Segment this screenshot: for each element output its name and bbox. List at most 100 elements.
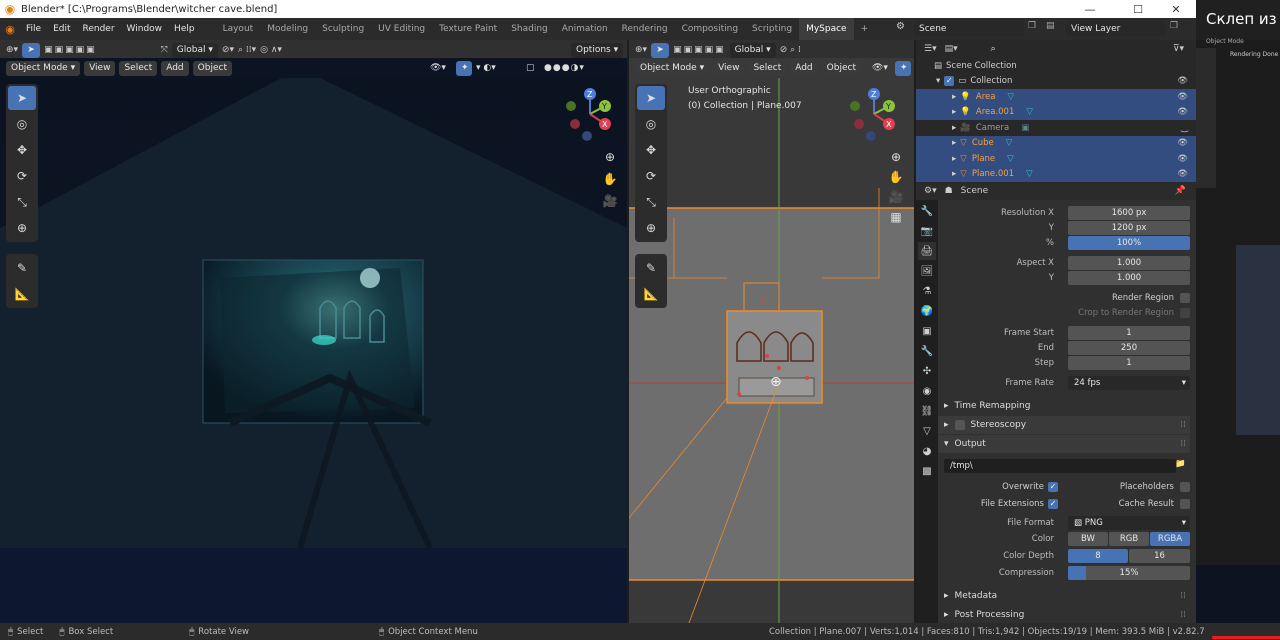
tab-compositing[interactable]: Compositing (675, 18, 745, 40)
overlay-icon[interactable]: ▾ ◐▾ (476, 63, 496, 73)
menu-add[interactable]: Add (161, 60, 189, 76)
outliner-row[interactable]: ▸ 💡 Area.001 ▽ 👁 (916, 104, 1196, 120)
object-mode-dropdown[interactable]: Object Mode ▾ (6, 60, 81, 76)
pan-hand-icon[interactable]: ✋ (603, 172, 618, 186)
stereoscopy-panel[interactable]: ▸ Stereoscopy ⁞⁞ (938, 416, 1190, 434)
viewport-right[interactable]: ⊕ User Orthographic (0) Collection | Pla… (629, 78, 914, 623)
expand-arrow-icon[interactable]: ▸ (952, 154, 956, 164)
filter-icon[interactable]: ⊽▾ (1173, 44, 1184, 54)
move-tool-icon-2[interactable]: ✥ (637, 138, 665, 162)
select-mode-icons[interactable]: ▣▣▣▣▣ (44, 45, 97, 55)
editor-type-icon[interactable]: ⊕▾ (6, 45, 18, 55)
render-region-checkbox[interactable] (1180, 293, 1190, 303)
object-mode-dropdown-2[interactable]: Object Mode ▾ (635, 60, 710, 76)
pivot-icon-2[interactable]: ⊘ ⌕ ⁞ (780, 45, 801, 55)
frame-end-field[interactable]: 250 (1068, 341, 1190, 355)
pin-icon[interactable]: 📌 (1175, 186, 1186, 196)
color-bw-button[interactable]: BW (1068, 532, 1108, 546)
color-rgba-button[interactable]: RGBA (1150, 532, 1190, 546)
select-box-tool-icon[interactable]: ➤ (8, 86, 36, 110)
menu-help[interactable]: Help (168, 24, 201, 34)
cursor-tool-icon-2[interactable]: ◎ (637, 112, 665, 136)
minimize-button[interactable]: — (1074, 0, 1106, 18)
frame-start-field[interactable]: 1 (1068, 326, 1190, 340)
expand-arrow-icon[interactable]: ▸ (952, 169, 956, 179)
viewport-left[interactable]: ➤ ◎ ✥ ⟳ ⤡ ⊕ ✎ 📐 Z Y X ⊕ ✋ 🎥 (0, 78, 627, 623)
cache-result-checkbox[interactable] (1180, 499, 1190, 509)
overwrite-checkbox[interactable]: ✓ (1048, 482, 1058, 492)
drag-handle-icon-4[interactable]: ⁞⁞ (1180, 610, 1186, 620)
particles-tab-icon[interactable]: ✣ (918, 362, 936, 380)
eye-icon[interactable]: 👁 (1177, 76, 1188, 86)
scale-tool-icon-2[interactable]: ⤡ (637, 190, 665, 214)
scene-tab-icon[interactable]: ⚗ (918, 282, 936, 300)
outliner-display-icon[interactable]: ▤▾ (945, 44, 958, 54)
xray-icon[interactable]: ▢ (526, 63, 535, 73)
annotate-tool-icon[interactable]: ✎ (8, 256, 36, 280)
snap-icon[interactable]: ⌕ ⁞⁞▾ (238, 45, 256, 55)
ortho-grid-icon[interactable]: ▦ (890, 210, 901, 224)
render-tab-icon[interactable]: 📷 (918, 222, 936, 240)
outliner-row-collection[interactable]: ▾ ✓ ▭ Collection 👁 (916, 74, 1196, 90)
tool-tab-icon[interactable]: 🔧 (918, 202, 936, 220)
resolution-x-field[interactable]: 1600 px (1068, 206, 1190, 220)
select-box-tool-icon-2[interactable]: ➤ (637, 86, 665, 110)
texture-tab-icon[interactable]: ▩ (918, 462, 936, 480)
menu-add-2[interactable]: Add (790, 60, 818, 76)
pan-hand-icon-2[interactable]: ✋ (889, 170, 904, 184)
data-tab-icon[interactable]: ▽ (918, 422, 936, 440)
eye-icon[interactable]: 👁 (1177, 92, 1188, 102)
view-layer-tab-icon[interactable]: 🖼 (918, 262, 936, 280)
outliner-row[interactable]: ▸ ▽ Plane ▽ 👁 (916, 151, 1196, 167)
tab-shading[interactable]: Shading (504, 18, 555, 40)
menu-object-2[interactable]: Object (821, 60, 861, 76)
transform-tool-icon-2[interactable]: ⊕ (637, 216, 665, 240)
shading-modes-icon[interactable]: ●●●◑▾ (544, 63, 585, 73)
depth-16-button[interactable]: 16 (1129, 549, 1190, 563)
material-tab-icon[interactable]: ◕ (918, 442, 936, 460)
view-layer-selector[interactable]: View Layer (1066, 21, 1166, 36)
drag-handle-icon[interactable]: ⁞⁞ (1180, 420, 1186, 430)
placeholders-checkbox[interactable] (1180, 482, 1190, 492)
frame-step-field[interactable]: 1 (1068, 356, 1190, 370)
modifier-tab-icon[interactable]: 🔧 (918, 342, 936, 360)
cursor-tool-icon[interactable]: ◎ (8, 112, 36, 136)
close-button[interactable]: ✕ (1160, 0, 1192, 18)
outliner-row[interactable]: ▸ 🎥 Camera ▣ ‿ (916, 120, 1196, 136)
eye-icon[interactable]: 👁 (1177, 154, 1188, 164)
gizmo-toggle-icon-2[interactable]: ✦ (895, 60, 911, 76)
eye-hidden-icon[interactable]: ‿ (1181, 123, 1188, 133)
visibility-icon-2[interactable]: 👁▾ (872, 63, 888, 73)
menu-render[interactable]: Render (77, 24, 121, 34)
tab-animation[interactable]: Animation (555, 18, 615, 40)
object-tab-icon[interactable]: ▣ (918, 322, 936, 340)
file-format-dropdown[interactable]: ▧ PNG ▾ (1068, 516, 1190, 530)
resolution-percent-field[interactable]: 100% (1068, 236, 1190, 250)
tab-texture-paint[interactable]: Texture Paint (432, 18, 504, 40)
outliner-row-scene-collection[interactable]: ▤ Scene Collection (916, 58, 1196, 74)
outliner-row[interactable]: ▸ ▽ Cube ▽ 👁 (916, 135, 1196, 151)
camera-view-icon-2[interactable]: 🎥 (889, 190, 904, 204)
expand-arrow-icon[interactable]: ▾ (936, 76, 940, 86)
zoom-icon[interactable]: ⊕ (605, 150, 615, 164)
zoom-icon-2[interactable]: ⊕ (891, 150, 901, 164)
outliner-editor-icon[interactable]: ☰▾ (924, 44, 937, 54)
post-processing-panel[interactable]: ▸ Post Processing ⁞⁞ (938, 606, 1190, 624)
world-tab-icon[interactable]: 🌍 (918, 302, 936, 320)
annotate-tool-icon-2[interactable]: ✎ (637, 256, 665, 280)
file-extensions-checkbox[interactable]: ✓ (1048, 499, 1058, 509)
camera-view-icon[interactable]: 🎥 (603, 194, 618, 208)
frame-rate-dropdown[interactable]: 24 fps ▾ (1068, 376, 1190, 390)
tab-rendering[interactable]: Rendering (615, 18, 675, 40)
maximize-button[interactable]: ☐ (1122, 0, 1154, 18)
move-tool-icon[interactable]: ✥ (8, 138, 36, 162)
expand-arrow-icon[interactable]: ▸ (952, 107, 956, 117)
gizmo-toggle-icon[interactable]: ✦ (456, 60, 472, 76)
expand-arrow-icon[interactable]: ▸ (952, 92, 956, 102)
menu-edit[interactable]: Edit (47, 24, 76, 34)
outliner-search-input[interactable]: ⌕ (985, 41, 1116, 57)
menu-file[interactable]: File (20, 24, 47, 34)
transform-orientation-dropdown-2[interactable]: Global ▾ (729, 42, 776, 58)
metadata-panel[interactable]: ▸ Metadata ⁞⁞ (938, 587, 1190, 605)
navigation-gizmo-2[interactable]: Z Y X (849, 86, 899, 146)
